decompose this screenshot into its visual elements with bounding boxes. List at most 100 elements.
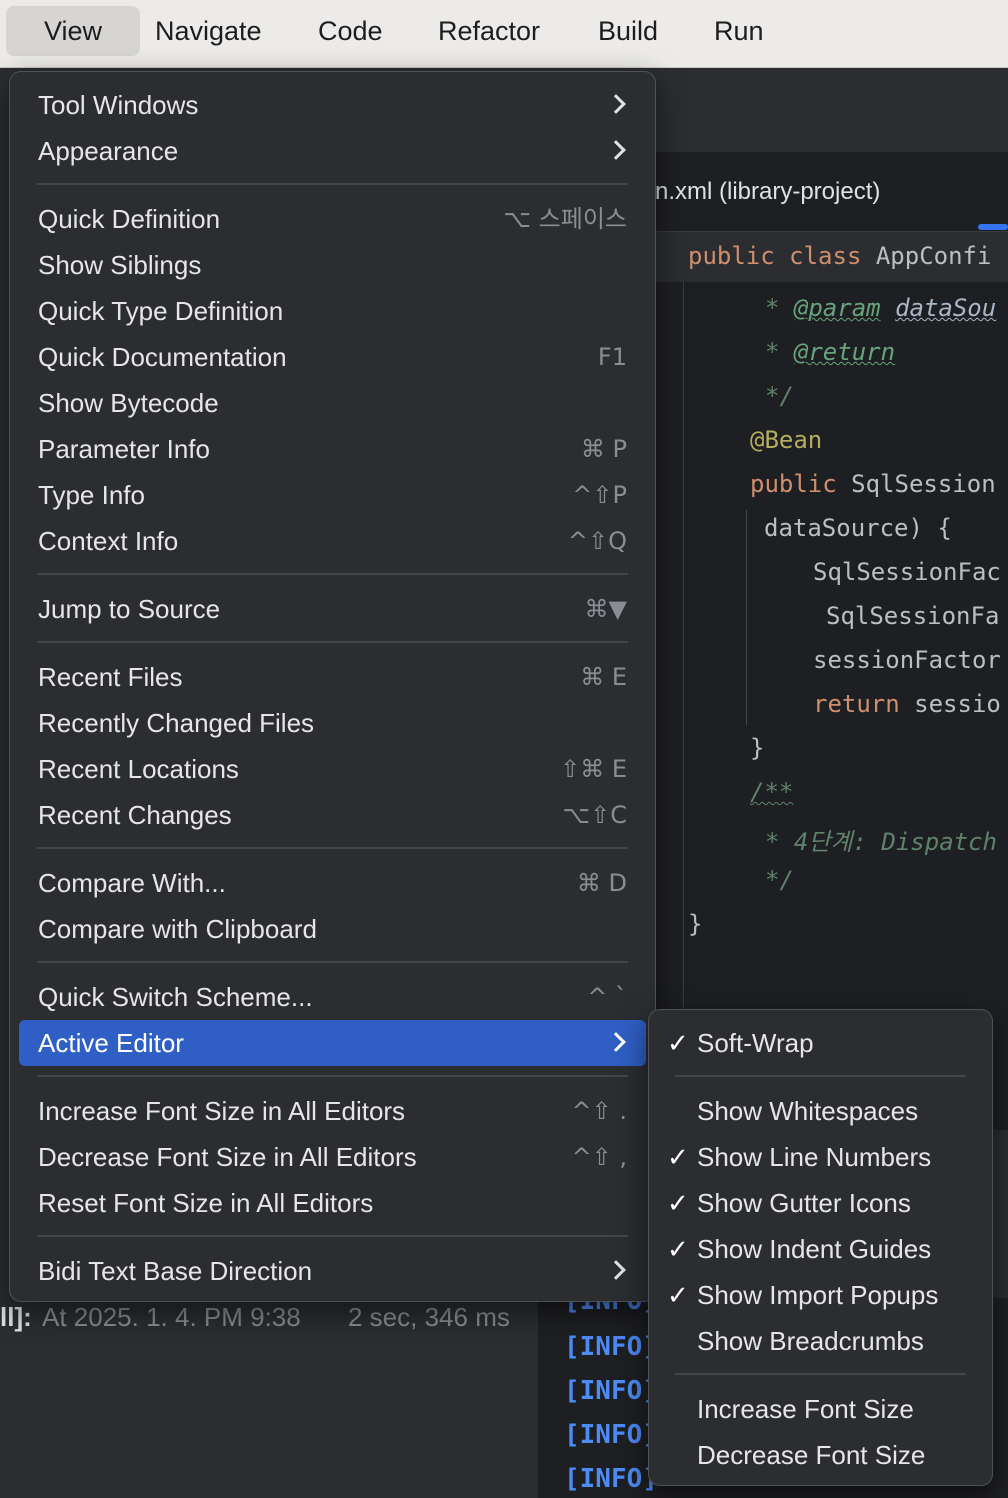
- menu-separator: [37, 573, 628, 575]
- menu-item-show-breadcrumbs[interactable]: Show Breadcrumbs: [649, 1318, 992, 1364]
- menu-item-reset-font-all[interactable]: Reset Font Size in All Editors: [10, 1180, 655, 1226]
- active-editor-submenu: ✓ Soft-Wrap Show Whitespaces ✓ Show Line…: [648, 1009, 993, 1486]
- code-line: return sessio: [813, 690, 1001, 718]
- keyword-class: class: [789, 242, 862, 270]
- menu-item-recent-changes[interactable]: Recent Changes ⌥⇧C: [10, 792, 655, 838]
- shortcut: ^⇧Q: [567, 527, 627, 555]
- view-menu: Tool Windows Appearance Quick Definition…: [9, 71, 656, 1302]
- menu-item-recently-changed-files[interactable]: Recently Changed Files: [10, 700, 655, 746]
- shortcut: ⌘ P: [580, 435, 627, 463]
- shortcut: ^ `: [587, 983, 627, 1011]
- menu-item-show-whitespaces[interactable]: Show Whitespaces: [649, 1088, 992, 1134]
- checkmark-icon: ✓: [667, 1234, 689, 1264]
- menu-item-quick-documentation[interactable]: Quick Documentation F1: [10, 334, 655, 380]
- build-status-prefix: ll]:: [0, 1302, 32, 1332]
- menu-item-recent-files[interactable]: Recent Files ⌘ E: [10, 654, 655, 700]
- menu-separator: [37, 183, 628, 185]
- menu-item-show-bytecode[interactable]: Show Bytecode: [10, 380, 655, 426]
- menu-build[interactable]: Build: [582, 6, 674, 56]
- editor-tab-pom-xml[interactable]: n.xml (library-project): [655, 178, 880, 206]
- active-tab-indicator: [978, 224, 1008, 230]
- class-name: AppConfi: [875, 242, 992, 270]
- menu-item-increase-font-size[interactable]: Increase Font Size: [649, 1386, 992, 1432]
- menu-item-type-info[interactable]: Type Info ^⇧P: [10, 472, 655, 518]
- menu-item-quick-switch-scheme[interactable]: Quick Switch Scheme... ^ `: [10, 974, 655, 1020]
- menu-view[interactable]: View: [6, 6, 140, 56]
- menu-item-decrease-font-all[interactable]: Decrease Font Size in All Editors ^⇧ ,: [10, 1134, 655, 1180]
- shortcut: ⌥⇧C: [562, 801, 627, 829]
- indent-guide: [746, 510, 747, 725]
- menu-code[interactable]: Code: [302, 6, 399, 56]
- menu-item-show-indent-guides[interactable]: ✓ Show Indent Guides: [649, 1226, 992, 1272]
- menu-separator: [675, 1373, 966, 1375]
- menu-item-appearance[interactable]: Appearance: [10, 128, 655, 174]
- code-line: sessionFactor: [813, 646, 1001, 674]
- chevron-right-icon: [606, 1260, 626, 1280]
- build-timestamp: At 2025. 1. 4. PM 9:38: [42, 1302, 301, 1332]
- menu-separator: [37, 1235, 628, 1237]
- checkmark-icon: ✓: [667, 1280, 689, 1310]
- menu-item-decrease-font-size[interactable]: Decrease Font Size: [649, 1432, 992, 1478]
- menu-run[interactable]: Run: [698, 6, 780, 56]
- menu-item-context-info[interactable]: Context Info ^⇧Q: [10, 518, 655, 564]
- menu-separator: [37, 641, 628, 643]
- menu-bar: View Navigate Code Refactor Build Run: [0, 0, 1008, 68]
- code-line: dataSource) {: [764, 514, 952, 542]
- code-line: * @return: [765, 338, 896, 366]
- menu-item-show-line-numbers[interactable]: ✓ Show Line Numbers: [649, 1134, 992, 1180]
- console-line: [INFO]: [564, 1376, 658, 1406]
- build-duration: 2 sec, 346 ms: [348, 1302, 510, 1332]
- console-line: [INFO]: [564, 1464, 658, 1494]
- keyword-public: public: [688, 242, 775, 270]
- menu-item-increase-font-all[interactable]: Increase Font Size in All Editors ^⇧ .: [10, 1088, 655, 1134]
- gutter-divider: [683, 282, 684, 1008]
- shortcut: F1: [597, 343, 627, 371]
- shortcut: ⌘▼: [584, 595, 627, 623]
- shortcut: ^⇧ .: [571, 1097, 627, 1125]
- shortcut: ^⇧P: [572, 481, 627, 509]
- menu-item-compare-with-clipboard[interactable]: Compare with Clipboard: [10, 906, 655, 952]
- shortcut: ⌥ 스페이스: [503, 205, 627, 233]
- menu-item-recent-locations[interactable]: Recent Locations ⇧⌘ E: [10, 746, 655, 792]
- chevron-right-icon: [606, 140, 626, 160]
- editor-tab-bar: n.xml (library-project): [655, 152, 1008, 232]
- menu-separator: [675, 1075, 966, 1077]
- menu-item-show-gutter-icons[interactable]: ✓ Show Gutter Icons: [649, 1180, 992, 1226]
- menu-item-bidi-text-direction[interactable]: Bidi Text Base Direction: [10, 1248, 655, 1294]
- code-line-annotation: @Bean: [750, 426, 823, 454]
- checkmark-icon: ✓: [667, 1188, 689, 1218]
- menu-item-tool-windows[interactable]: Tool Windows: [10, 82, 655, 128]
- shortcut: ^⇧ ,: [571, 1143, 627, 1171]
- sticky-class-header[interactable]: public class AppConfi: [655, 232, 1008, 282]
- code-line: }: [750, 734, 765, 762]
- code-line: */: [765, 382, 794, 410]
- shortcut: ⌘ E: [580, 663, 627, 691]
- menu-separator: [37, 961, 628, 963]
- checkmark-icon: ✓: [667, 1028, 689, 1058]
- menu-item-active-editor[interactable]: Active Editor: [19, 1020, 646, 1066]
- code-line: */: [765, 866, 794, 894]
- shortcut: ⌘ D: [576, 869, 627, 897]
- console-line: [INFO]: [564, 1420, 658, 1450]
- chevron-right-icon: [606, 1032, 626, 1052]
- menu-separator: [37, 1075, 628, 1077]
- menu-item-soft-wrap[interactable]: ✓ Soft-Wrap: [649, 1020, 992, 1066]
- shortcut: ⇧⌘ E: [560, 755, 627, 783]
- menu-item-quick-type-definition[interactable]: Quick Type Definition: [10, 288, 655, 334]
- menu-item-jump-to-source[interactable]: Jump to Source ⌘▼: [10, 586, 655, 632]
- checkmark-icon: ✓: [667, 1142, 689, 1172]
- code-line: SqlSessionFac: [813, 558, 1001, 586]
- console-line: [INFO]: [564, 1332, 658, 1362]
- menu-item-show-import-popups[interactable]: ✓ Show Import Popups: [649, 1272, 992, 1318]
- code-line: }: [688, 910, 703, 938]
- menu-item-parameter-info[interactable]: Parameter Info ⌘ P: [10, 426, 655, 472]
- code-line: * 4단계: Dispatch: [765, 828, 997, 856]
- menu-navigate[interactable]: Navigate: [139, 6, 278, 56]
- code-line: * @param dataSou: [765, 294, 997, 322]
- code-editor[interactable]: [655, 282, 1008, 1008]
- code-line: SqlSessionFa: [826, 602, 1000, 630]
- menu-refactor[interactable]: Refactor: [422, 6, 556, 56]
- menu-item-quick-definition[interactable]: Quick Definition ⌥ 스페이스: [10, 196, 655, 242]
- menu-item-show-siblings[interactable]: Show Siblings: [10, 242, 655, 288]
- menu-item-compare-with[interactable]: Compare With... ⌘ D: [10, 860, 655, 906]
